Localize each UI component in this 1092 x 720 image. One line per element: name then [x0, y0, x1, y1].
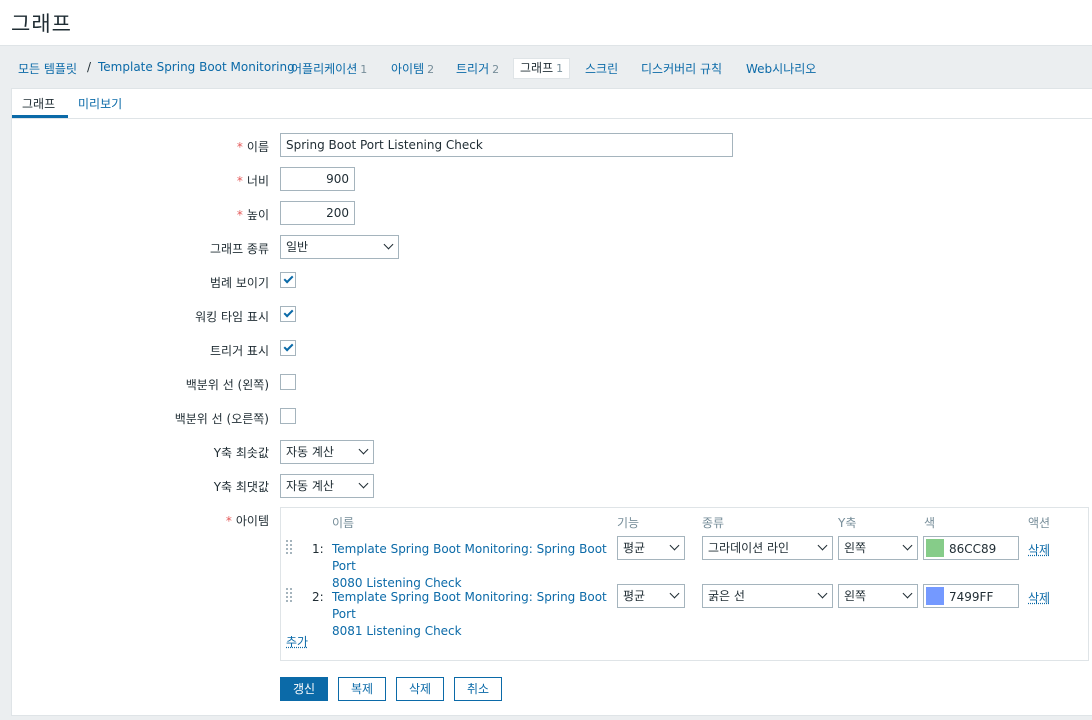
tab-discovery-rules[interactable]: 디스커버리 규칙	[641, 60, 722, 77]
tab-web-scenarios[interactable]: Web시나리오	[746, 60, 816, 77]
item-color-picker[interactable]: 86CC89	[923, 536, 1019, 560]
show-legend-checkbox[interactable]	[280, 272, 296, 288]
percentile-left-label: 백분위 선 (왼쪽)	[185, 378, 269, 392]
required-mark: *	[236, 140, 243, 154]
checkmark-icon	[283, 273, 294, 284]
percentile-right-checkbox[interactable]	[280, 408, 296, 424]
tab-applications[interactable]: 어플리케이션 1	[291, 60, 367, 77]
percentile-left-checkbox[interactable]	[280, 374, 296, 390]
y-min-value: 자동 계산	[286, 445, 334, 459]
tab-graphs[interactable]: 그래프 1	[513, 58, 571, 79]
show-triggers-label: 트리거 표시	[209, 344, 269, 358]
y-max-select[interactable]: 자동 계산	[280, 474, 374, 498]
chevron-down-icon	[669, 540, 680, 551]
page-header: 그래프	[0, 0, 1092, 46]
tab-applications-label: 어플리케이션	[291, 62, 358, 76]
delete-button[interactable]: 삭제	[396, 677, 444, 701]
item-link[interactable]: Template Spring Boot Monitoring: Spring …	[332, 589, 612, 640]
item-function-select[interactable]: 평균	[617, 584, 685, 608]
chevron-down-icon	[817, 588, 828, 599]
items-header-yaxis: Y축	[838, 516, 857, 530]
percentile-right-label: 백분위 선 (오른쪽)	[174, 412, 269, 426]
cancel-button[interactable]: 취소	[454, 677, 502, 701]
graph-type-select[interactable]: 일반	[280, 235, 399, 259]
height-input[interactable]: 200	[280, 201, 355, 225]
item-remove-link[interactable]: 삭제	[1028, 541, 1050, 558]
y-min-select[interactable]: 자동 계산	[280, 440, 374, 464]
tab-items-label: 아이템	[391, 62, 425, 76]
item-yaxis-select[interactable]: 왼쪽	[838, 536, 918, 560]
tab-triggers-count: 2	[492, 63, 500, 76]
item-type-select[interactable]: 굵은 선	[702, 584, 833, 608]
item-row-number: 2:	[312, 590, 324, 604]
items-header-type: 종류	[702, 516, 725, 530]
y-max-value: 자동 계산	[286, 479, 334, 493]
width-input[interactable]: 900	[280, 167, 355, 191]
name-input[interactable]: Spring Boot Port Listening Check	[280, 133, 733, 157]
breadcrumb: 모든 템플릿 / Template Spring Boot Monitoring…	[0, 47, 1092, 87]
graph-type-label: 그래프 종류	[209, 242, 269, 256]
tab-graphs-label: 그래프	[520, 61, 554, 75]
graph-type-value: 일반	[286, 240, 309, 254]
update-button[interactable]: 갱신	[280, 677, 328, 701]
y-max-label: Y축 최댓값	[213, 480, 269, 494]
tab-screens[interactable]: 스크린	[585, 60, 618, 77]
item-row-number: 1:	[312, 542, 324, 556]
item-color-picker[interactable]: 7499FF	[923, 584, 1019, 608]
breadcrumb-template-name[interactable]: Template Spring Boot Monitoring	[98, 60, 295, 74]
tab-items[interactable]: 아이템 2	[391, 60, 434, 77]
item-link[interactable]: Template Spring Boot Monitoring: Spring …	[332, 541, 612, 592]
width-label: * 너비	[236, 174, 269, 188]
chevron-down-icon	[817, 540, 828, 551]
color-swatch[interactable]	[926, 539, 944, 557]
name-label: * 이름	[236, 140, 269, 154]
y-min-label: Y축 최솟값	[213, 446, 269, 460]
item-type-select[interactable]: 그라데이션 라인	[702, 536, 833, 560]
show-legend-label: 범례 보이기	[209, 276, 269, 290]
show-working-time-checkbox[interactable]	[280, 306, 296, 322]
chevron-down-icon	[383, 239, 394, 250]
tab-applications-count: 1	[360, 63, 368, 76]
tab-preview[interactable]: 미리보기	[78, 95, 122, 112]
drag-handle-icon[interactable]	[286, 588, 292, 604]
tab-graphs-count: 1	[556, 62, 564, 75]
tab-triggers[interactable]: 트리거 2	[456, 60, 499, 77]
graph-form-container: 그래프 미리보기 * 이름 Spring Boot Port Listening …	[11, 88, 1092, 716]
checkmark-icon	[283, 307, 294, 318]
add-item-link[interactable]: 추가	[286, 633, 308, 650]
item-remove-link[interactable]: 삭제	[1028, 589, 1050, 606]
items-table: 이름 기능 종류 Y축 색 액션 1: Template Spring Boot…	[280, 507, 1089, 661]
chevron-down-icon	[902, 540, 913, 551]
breadcrumb-separator: /	[87, 60, 92, 74]
tab-triggers-label: 트리거	[456, 62, 490, 76]
tab-items-count: 2	[427, 63, 435, 76]
form-tabs: 그래프 미리보기	[12, 89, 1092, 119]
tab-graph-active-indicator	[12, 115, 68, 118]
tab-graph[interactable]: 그래프	[22, 95, 55, 112]
chevron-down-icon	[902, 588, 913, 599]
items-header-name: 이름	[332, 516, 355, 530]
clone-button[interactable]: 복제	[338, 677, 386, 701]
checkmark-icon	[283, 341, 294, 352]
items-label: * 아이템	[225, 514, 269, 528]
item-yaxis-select[interactable]: 왼쪽	[838, 584, 918, 608]
items-header-action: 액션	[1028, 516, 1051, 530]
chevron-down-icon	[669, 588, 680, 599]
chevron-down-icon	[358, 478, 369, 489]
height-label: * 높이	[236, 208, 269, 222]
show-working-time-label: 워킹 타임 표시	[195, 310, 269, 324]
chevron-down-icon	[358, 444, 369, 455]
page-title: 그래프	[11, 12, 72, 36]
items-header-function: 기능	[617, 516, 640, 530]
drag-handle-icon[interactable]	[286, 540, 292, 556]
item-function-select[interactable]: 평균	[617, 536, 685, 560]
breadcrumb-all-templates[interactable]: 모든 템플릿	[18, 60, 77, 77]
show-triggers-checkbox[interactable]	[280, 340, 296, 356]
items-header-color: 색	[924, 516, 936, 530]
color-swatch[interactable]	[926, 587, 944, 605]
